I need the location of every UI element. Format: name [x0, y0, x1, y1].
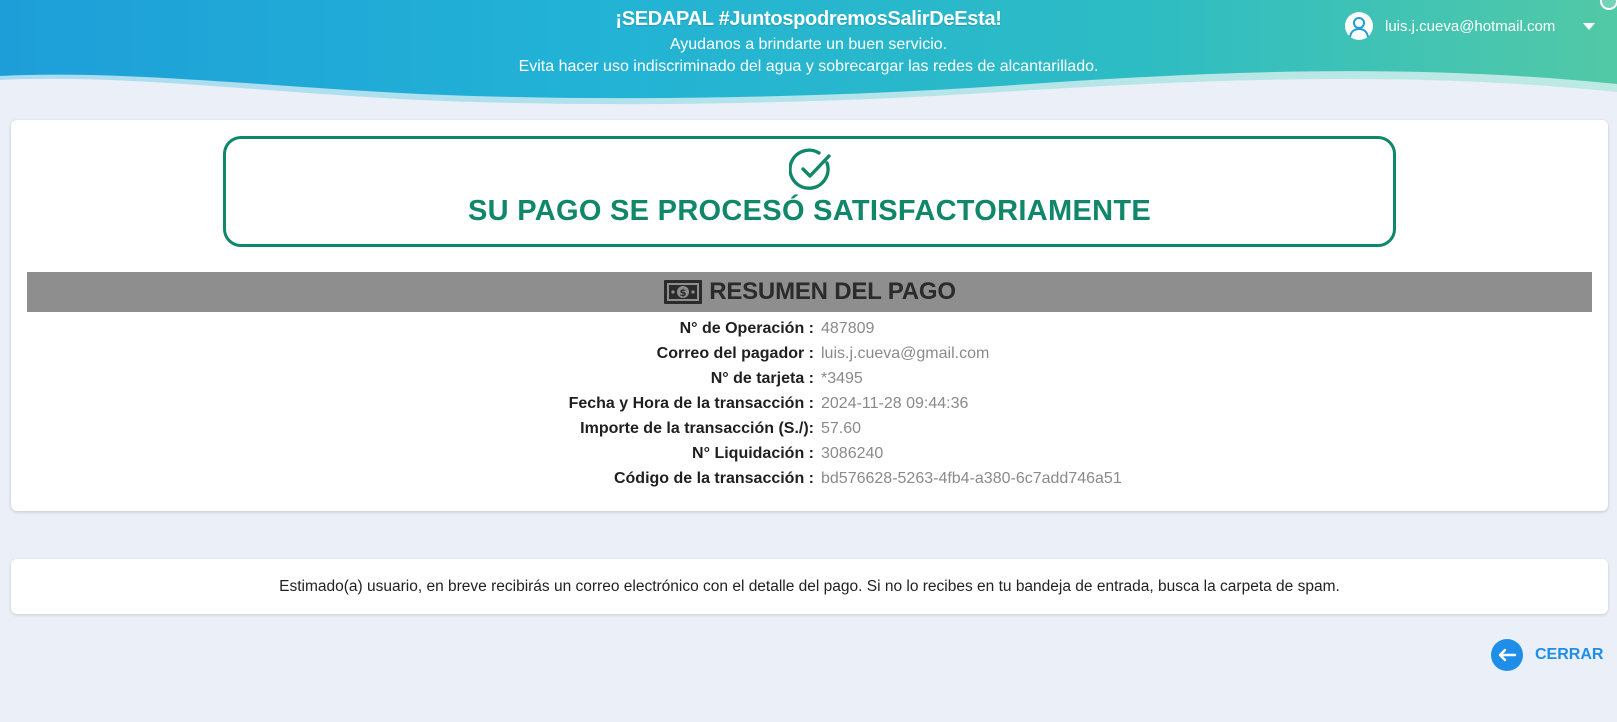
detail-label: Fecha y Hora de la transacción :	[568, 395, 814, 412]
success-banner: SU PAGO SE PROCESÓ SATISFACTORIAMENTE	[223, 136, 1396, 247]
svg-text:$: $	[680, 288, 687, 299]
detail-label: Código de la transacción :	[613, 470, 814, 487]
detail-value: *3495	[821, 370, 863, 387]
detail-value: 487809	[821, 320, 875, 337]
detail-row-transaction-code: Código de la transacción : bd576628-5263…	[11, 466, 1608, 492]
detail-value: bd576628-5263-4fb4-a380-6c7add746a51	[821, 470, 1122, 487]
detail-value: 3086240	[821, 445, 884, 462]
detail-row-settlement: N° Liquidación : 3086240	[11, 441, 1608, 467]
arrow-left-icon[interactable]	[1491, 639, 1523, 671]
chevron-down-icon[interactable]	[1583, 22, 1596, 30]
email-notice-text: Estimado(a) usuario, en breve recibirás …	[279, 577, 1340, 595]
detail-value: luis.j.cueva@gmail.com	[821, 345, 990, 362]
check-circle-icon	[789, 148, 831, 190]
detail-label: Correo del pagador :	[656, 345, 814, 362]
user-email: luis.j.cueva@hotmail.com	[1385, 17, 1556, 35]
banner-advice: Evita hacer uso indiscriminado del agua …	[518, 58, 1099, 75]
summary-title: RESUMEN DEL PAGO	[709, 278, 956, 305]
detail-label: Importe de la transacción (S./):	[580, 420, 814, 437]
detail-row-amount: Importe de la transacción (S./): 57.60	[11, 416, 1608, 442]
summary-header: $ RESUMEN DEL PAGO	[27, 272, 1592, 312]
detail-row-operation: N° de Operación : 487809	[11, 316, 1608, 342]
detail-row-payer-email: Correo del pagador : luis.j.cueva@gmail.…	[11, 341, 1608, 367]
money-bill-icon: $	[664, 280, 703, 304]
detail-value: 57.60	[821, 420, 862, 437]
header-banner: ¡SEDAPAL #JuntospodremosSalirDeEsta! Ayu…	[0, 0, 1617, 112]
user-icon	[1345, 12, 1373, 40]
close-button[interactable]: CERRAR	[1491, 639, 1603, 671]
detail-row-datetime: Fecha y Hora de la transacción : 2024-11…	[11, 391, 1608, 417]
payment-result-card: SU PAGO SE PROCESÓ SATISFACTORIAMENTE $ …	[11, 120, 1608, 511]
success-message: SU PAGO SE PROCESÓ SATISFACTORIAMENTE	[467, 195, 1151, 227]
user-menu[interactable]: luis.j.cueva@hotmail.com	[1345, 12, 1596, 40]
detail-row-card-number: N° de tarjeta : *3495	[11, 366, 1608, 392]
email-notice-card: Estimado(a) usuario, en breve recibirás …	[11, 559, 1608, 614]
detail-label: N° de Operación :	[679, 320, 814, 337]
detail-label: N° de tarjeta :	[710, 370, 814, 387]
detail-label: N° Liquidación :	[692, 445, 814, 462]
detail-value: 2024-11-28 09:44:36	[821, 395, 969, 412]
close-button-label[interactable]: CERRAR	[1535, 646, 1603, 664]
